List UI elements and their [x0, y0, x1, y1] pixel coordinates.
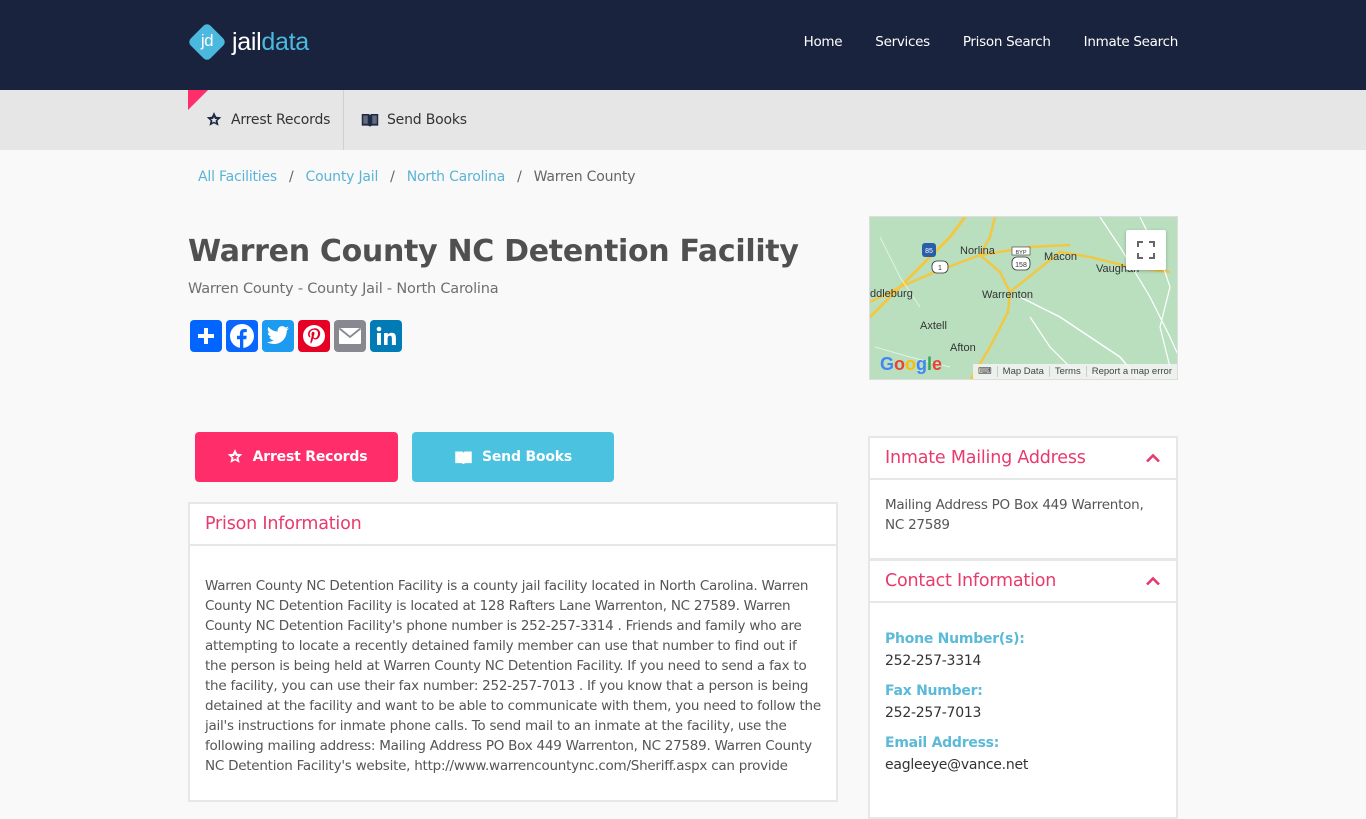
share-linkedin-button[interactable]: [370, 320, 402, 352]
contact-information-header[interactable]: Contact Information: [870, 561, 1176, 603]
fullscreen-icon: [1137, 241, 1155, 259]
breadcrumb-separator: /: [390, 169, 395, 185]
sheriff-star-icon: [206, 112, 222, 126]
open-book-icon: [455, 451, 472, 464]
logo-link[interactable]: jd jaildata: [187, 22, 309, 62]
share-facebook-button[interactable]: [226, 320, 258, 352]
page-title: Warren County NC Detention Facility: [188, 234, 799, 269]
subnav-send-books-label: Send Books: [387, 112, 467, 128]
map-fullscreen-button[interactable]: [1126, 230, 1166, 270]
map-shield-1: 1: [938, 265, 942, 272]
chevron-up-icon[interactable]: [1145, 576, 1161, 586]
linkedin-icon: [376, 326, 396, 345]
breadcrumb-current: Warren County: [533, 169, 636, 185]
map-label-macon: Macon: [1044, 251, 1078, 263]
main-nav: Home Services Prison Search Inmate Searc…: [804, 34, 1179, 50]
prison-information-text: Warren County NC Detention Facility is a…: [205, 578, 821, 774]
contact-information-heading: Contact Information: [885, 571, 1057, 591]
prison-information-header: Prison Information: [190, 504, 836, 546]
breadcrumb-all-facilities[interactable]: All Facilities: [198, 169, 277, 185]
map-label-middleburg: ddleburg: [870, 288, 913, 300]
phone-value: 252-257-3314: [885, 653, 982, 669]
map-label-axtell: Axtell: [920, 320, 947, 332]
mailing-address-text: Mailing Address PO Box 449 Warrenton, NC…: [885, 497, 1144, 533]
send-books-button-label: Send Books: [482, 449, 572, 465]
nav-home[interactable]: Home: [804, 34, 843, 50]
subnav-divider: [343, 90, 344, 150]
sheriff-star-icon: [227, 449, 242, 463]
email-icon: [338, 327, 362, 344]
mailing-address-heading: Inmate Mailing Address: [885, 448, 1086, 468]
map-label-afton: Afton: [950, 342, 976, 354]
nav-inmate-search[interactable]: Inmate Search: [1084, 34, 1179, 50]
arrest-records-button[interactable]: Arrest Records: [195, 432, 398, 482]
keyboard-shortcuts-icon[interactable]: ⌨: [973, 366, 997, 377]
logo-mark-text: jd: [200, 31, 214, 50]
mailing-address-header[interactable]: Inmate Mailing Address: [870, 438, 1176, 480]
share-pinterest-button[interactable]: [298, 320, 330, 352]
map-shield-85: 85: [925, 248, 933, 255]
breadcrumb-separator: /: [289, 169, 294, 185]
prison-information-panel: Prison Information Warren County NC Dete…: [188, 502, 838, 802]
breadcrumb: All Facilities / County Jail / North Car…: [198, 169, 636, 185]
share-twitter-button[interactable]: [262, 320, 294, 352]
arrest-records-button-label: Arrest Records: [252, 449, 368, 465]
pinterest-icon: [303, 325, 325, 347]
map-label-norlina: Norlina: [960, 245, 995, 257]
chevron-up-icon[interactable]: [1145, 453, 1161, 463]
secondary-nav: Arrest Records Send Books: [0, 90, 1366, 150]
phone-label: Phone Number(s):: [885, 631, 1025, 647]
share-bar: [190, 320, 402, 352]
subnav-send-books[interactable]: Send Books: [361, 90, 467, 150]
breadcrumb-separator: /: [517, 169, 522, 185]
share-email-button[interactable]: [334, 320, 366, 352]
twitter-icon: [267, 326, 289, 344]
map-terms-link[interactable]: Terms: [1048, 366, 1086, 377]
logo-word-data: data: [261, 27, 309, 56]
map-shield-byp: BYP: [1015, 250, 1026, 256]
email-label: Email Address:: [885, 735, 1000, 751]
plus-icon: [198, 328, 214, 344]
page-subtitle: Warren County - County Jail - North Caro…: [188, 281, 499, 297]
email-value[interactable]: eagleeye@vance.net: [885, 755, 1161, 775]
nav-services[interactable]: Services: [875, 34, 930, 50]
send-books-button[interactable]: Send Books: [412, 432, 614, 482]
contact-information-panel: Contact Information Phone Number(s): 252…: [868, 559, 1178, 819]
breadcrumb-north-carolina[interactable]: North Carolina: [407, 169, 506, 185]
map-footer: ⌨ Map Data Terms Report a map error: [972, 364, 1177, 379]
site-header: jd jaildata Home Services Prison Search …: [0, 0, 1366, 90]
inmate-mailing-address-panel: Inmate Mailing Address Mailing Address P…: [868, 436, 1178, 560]
facebook-icon: [230, 324, 254, 348]
logo-word-jail: jail: [232, 27, 262, 56]
subnav-arrest-records[interactable]: Arrest Records: [205, 90, 330, 150]
map-report-error-link[interactable]: Report a map error: [1085, 366, 1177, 377]
share-add-button[interactable]: [190, 320, 222, 352]
map-shield-158: 158: [1015, 262, 1027, 269]
breadcrumb-county-jail[interactable]: County Jail: [306, 169, 379, 185]
map-label-warrenton: Warrenton: [982, 289, 1033, 301]
subnav-arrest-records-label: Arrest Records: [231, 112, 331, 128]
fax-label: Fax Number:: [885, 683, 983, 699]
location-map[interactable]: 85 1 BYP 158 Norlina Macon Vaughan ddleb…: [869, 216, 1178, 380]
logo-text: jaildata: [232, 28, 309, 57]
map-data-link[interactable]: Map Data: [996, 366, 1049, 377]
open-book-icon: [361, 114, 379, 127]
nav-prison-search[interactable]: Prison Search: [963, 34, 1051, 50]
fax-value: 252-257-7013: [885, 705, 982, 721]
logo-icon: jd: [187, 22, 227, 62]
google-logo: Google: [880, 354, 943, 374]
prison-information-heading: Prison Information: [205, 514, 362, 534]
